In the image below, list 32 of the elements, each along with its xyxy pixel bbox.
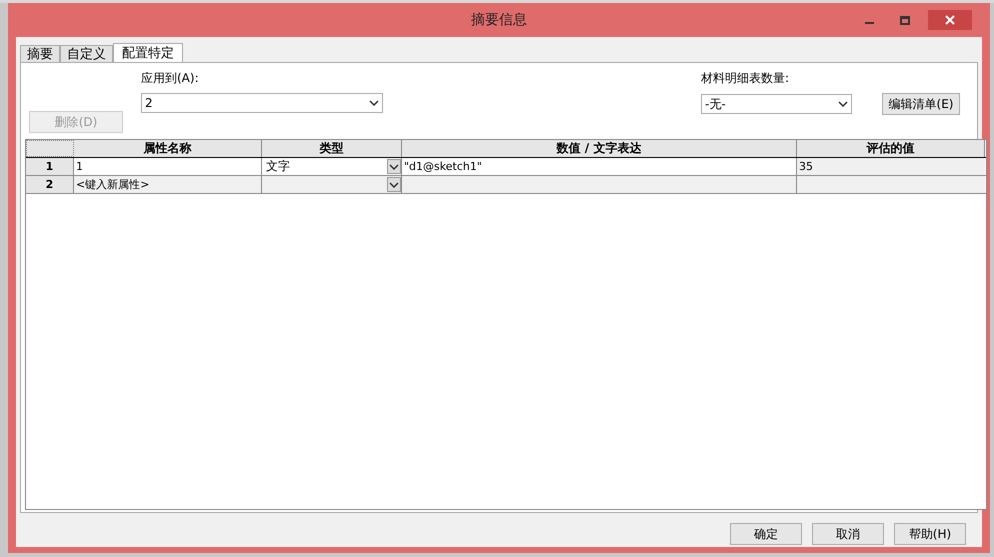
- dialog-button[interactable]: 帮助(H): [894, 523, 966, 545]
- window-title: 摘要信息: [470, 10, 528, 30]
- maximize-icon: [900, 16, 910, 24]
- row-number: 2: [26, 176, 74, 193]
- chevron-down-icon: [838, 101, 848, 107]
- bom-quantity-label: 材料明细表数量:: [701, 70, 790, 83]
- chevron-down-icon: [369, 100, 379, 106]
- tab[interactable]: 自定义: [60, 45, 113, 62]
- tab[interactable]: 摘要: [20, 45, 60, 62]
- minimize-icon: [864, 22, 874, 24]
- apply-to-label: 应用到(A):: [141, 70, 200, 83]
- close-icon: [945, 15, 955, 25]
- tab[interactable]: 配置特定: [113, 43, 183, 62]
- column-header: 属性名称: [74, 140, 262, 157]
- close-button[interactable]: [928, 10, 972, 30]
- bom-quantity-dropdown[interactable]: -无-: [701, 94, 852, 114]
- table-cell: 35: [797, 158, 985, 175]
- apply-to-dropdown[interactable]: 2: [141, 93, 383, 113]
- chevron-down-icon: [389, 182, 399, 188]
- dialog-button[interactable]: 取消: [812, 523, 884, 545]
- table-cell[interactable]: <键入新属性>: [74, 176, 262, 193]
- table-cell[interactable]: [402, 176, 797, 193]
- column-header: 数值 / 文字表达: [402, 140, 797, 157]
- type-dropdown[interactable]: [262, 176, 402, 193]
- column-header: 评估的值: [797, 140, 985, 157]
- table-cell[interactable]: 1: [74, 158, 262, 175]
- chevron-down-icon: [389, 164, 399, 170]
- edit-list-button[interactable]: 编辑清单(E): [882, 93, 960, 115]
- column-header: 类型: [262, 140, 402, 157]
- table-cell[interactable]: "d1@sketch1": [402, 158, 797, 175]
- row-number: 1: [26, 158, 74, 175]
- dialog-button[interactable]: 确定: [730, 523, 802, 545]
